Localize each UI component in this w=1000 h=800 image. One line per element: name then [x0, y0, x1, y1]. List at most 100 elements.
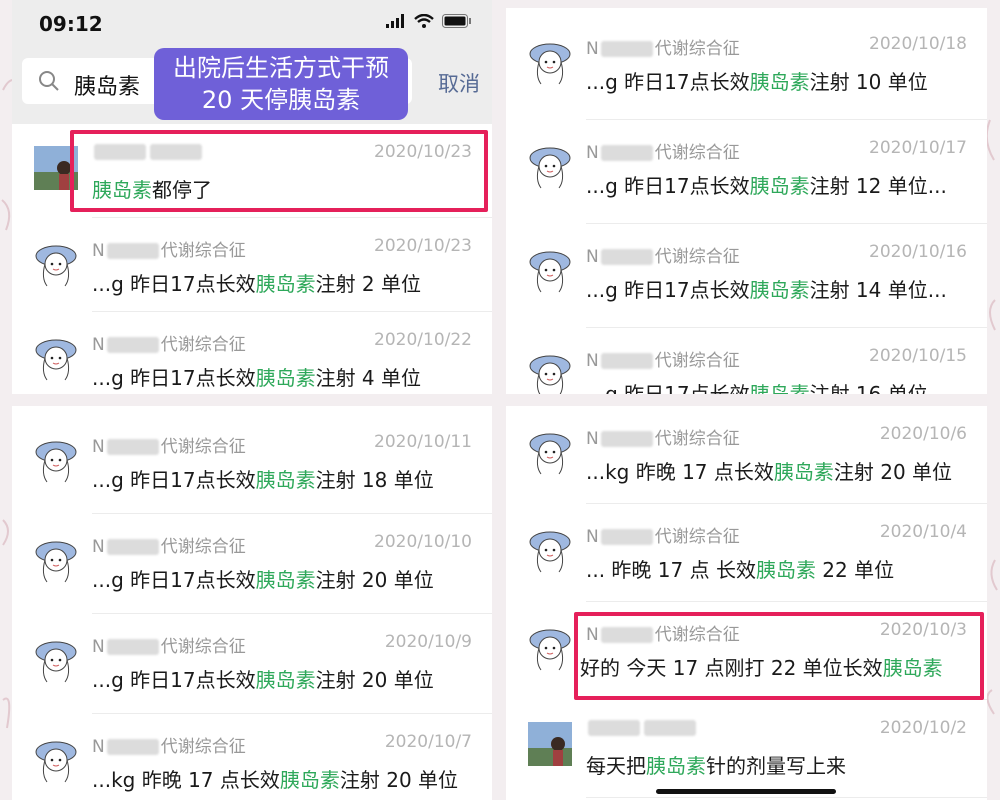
- search-result-row[interactable]: N 代谢综合征 2020/10/9 ...g 昨日17点长效胰岛素注射 20 单位: [12, 614, 492, 714]
- group-prefix: N: [92, 335, 105, 355]
- search-result-row[interactable]: N 代谢综合征 2020/10/11 ...g 昨日17点长效胰岛素注射 18 单位: [12, 414, 492, 514]
- cartoon-avatar-icon: [35, 741, 77, 783]
- avatar: [34, 334, 78, 381]
- message-snippet: ...g 昨日17点长效胰岛素注射 20 单位: [92, 564, 434, 593]
- avatar: [528, 142, 572, 189]
- group-suffix: 代谢综合征: [160, 637, 246, 657]
- message-date: 2020/10/17: [869, 138, 967, 158]
- snippet-post: 注射 12 单位...: [809, 174, 947, 198]
- cartoon-avatar-icon: [529, 43, 571, 85]
- message-date: 2020/10/9: [384, 632, 472, 652]
- highlight-keyword: 胰岛素: [749, 174, 810, 198]
- search-result-row[interactable]: N 代谢综合征 2020/10/10 ...g 昨日17点长效胰岛素注射 20 单位: [12, 514, 492, 614]
- avatar: [34, 436, 78, 483]
- sender-name-blurred: [586, 718, 698, 738]
- cartoon-avatar-icon: [529, 355, 571, 394]
- avatar: [528, 722, 572, 766]
- highlight-keyword: 胰岛素: [749, 278, 810, 302]
- group-name: N 代谢综合征: [92, 532, 246, 557]
- blurred-name: [600, 41, 653, 57]
- blurred-name: [106, 639, 159, 655]
- blurred-name: [106, 539, 159, 555]
- highlight-frame-stopped: [70, 130, 488, 212]
- search-result-row[interactable]: N 代谢综合征 2020/10/16 ...g 昨日17点长效胰岛素注射 14 单位.…: [506, 224, 987, 328]
- search-result-row[interactable]: N 代谢综合征 2020/10/17 ...g 昨日17点长效胰岛素注射 12 单位.…: [506, 120, 987, 224]
- highlight-keyword: 胰岛素: [773, 460, 834, 484]
- group-name: N 代谢综合征: [92, 632, 246, 657]
- search-result-row[interactable]: N 代谢综合征 2020/10/18 ...g 昨日17点长效胰岛素注射 10 单位: [506, 16, 987, 120]
- cartoon-avatar-icon: [529, 433, 571, 475]
- screenshot-panel-3: N 代谢综合征 2020/10/11 ...g 昨日17点长效胰岛素注射 18 单位 N…: [12, 406, 492, 800]
- message-date: 2020/10/23: [374, 236, 472, 256]
- status-bar: 09:12: [12, 0, 492, 44]
- message-date: 2020/10/15: [869, 346, 967, 366]
- annotation-caption: 出院后生活方式干预 20 天停胰岛素: [154, 48, 408, 120]
- cartoon-avatar-icon: [529, 531, 571, 573]
- message-date: 2020/10/10: [374, 532, 472, 552]
- highlight-keyword: 胰岛素: [255, 668, 316, 692]
- group-name: N 代谢综合征: [92, 330, 246, 355]
- search-result-row[interactable]: N 代谢综合征 2020/10/4 ... 昨晚 17 点 长效胰岛素 22 单位: [506, 504, 987, 602]
- cartoon-avatar-icon: [529, 147, 571, 189]
- group-prefix: N: [92, 637, 105, 657]
- highlight-keyword: 胰岛素: [279, 768, 340, 792]
- blurred-name: [600, 431, 653, 447]
- group-prefix: N: [92, 437, 105, 457]
- search-result-row[interactable]: N 代谢综合征 2020/10/6 ...kg 昨晚 17 点长效胰岛素注射 20 单…: [506, 406, 987, 504]
- group-suffix: 代谢综合征: [654, 247, 740, 267]
- cartoon-avatar-icon: [35, 339, 77, 381]
- snippet-pre: ...g 昨日17点长效: [586, 278, 750, 302]
- group-suffix: 代谢综合征: [160, 437, 246, 457]
- snippet-post: 注射 2 单位: [315, 272, 422, 296]
- cartoon-avatar-icon: [35, 641, 77, 683]
- blurred-name: [600, 353, 653, 369]
- blurred-name: [600, 529, 653, 545]
- snippet-post: 注射 20 单位: [315, 568, 434, 592]
- status-icons: [386, 14, 472, 28]
- snippet-pre: ...g 昨日17点长效: [92, 272, 256, 296]
- message-snippet: ...g 昨日17点长效胰岛素注射 4 单位: [92, 362, 421, 391]
- snippet-pre: ...g 昨日17点长效: [586, 174, 750, 198]
- wifi-icon: [414, 14, 434, 28]
- message-snippet: ...g 昨日17点长效胰岛素注射 10 单位: [586, 66, 928, 95]
- group-name: N 代谢综合征: [586, 346, 740, 371]
- snippet-pre: ...g 昨日17点长效: [92, 468, 256, 492]
- message-date: 2020/10/18: [869, 34, 967, 54]
- search-icon: [39, 71, 59, 91]
- group-name: N 代谢综合征: [92, 432, 246, 457]
- cartoon-avatar-icon: [35, 441, 77, 483]
- message-snippet: ...kg 昨晚 17 点长效胰岛素注射 20 单位: [586, 456, 952, 485]
- message-date: 2020/10/22: [374, 330, 472, 350]
- search-result-row[interactable]: N 代谢综合征 2020/10/23 ...g 昨日17点长效胰岛素注射 2 单位: [12, 218, 492, 312]
- search-result-row[interactable]: N 代谢综合征 2020/10/22 ...g 昨日17点长效胰岛素注射 4 单位: [12, 312, 492, 394]
- group-name: N 代谢综合征: [586, 34, 740, 59]
- row-divider: [586, 797, 987, 798]
- snippet-pre: ...kg 昨晚 17 点长效: [586, 460, 774, 484]
- group-prefix: N: [586, 351, 599, 371]
- message-date: 2020/10/7: [384, 732, 472, 752]
- message-snippet: ...kg 昨晚 17 点长效胰岛素注射 20 单位: [92, 764, 458, 793]
- group-prefix: N: [586, 143, 599, 163]
- avatar: [528, 38, 572, 85]
- cancel-button[interactable]: 取消: [438, 68, 480, 98]
- highlight-keyword: 胰岛素: [646, 754, 706, 778]
- message-date: 2020/10/2: [879, 718, 967, 738]
- message-snippet: ...g 昨日17点长效胰岛素注射 18 单位: [92, 464, 434, 493]
- search-result-row[interactable]: 2020/10/2 每天把胰岛素针的剂量写上来: [506, 700, 987, 798]
- cartoon-avatar-icon: [529, 251, 571, 293]
- search-result-row[interactable]: N 代谢综合征 2020/10/7 ...kg 昨晚 17 点长效胰岛素注射 20 单…: [12, 714, 492, 800]
- home-indicator: [656, 789, 836, 794]
- snippet-post: 注射 16 单位...: [809, 382, 947, 394]
- snippet-pre: ... 昨晚 17 点 长效: [586, 558, 756, 582]
- group-name: N 代谢综合征: [92, 236, 246, 261]
- group-suffix: 代谢综合征: [160, 737, 246, 757]
- group-suffix: 代谢综合征: [160, 241, 246, 261]
- message-snippet: ...g 昨日17点长效胰岛素注射 20 单位: [92, 664, 434, 693]
- message-date: 2020/10/6: [879, 424, 967, 444]
- highlight-keyword: 胰岛素: [755, 558, 816, 582]
- blurred-name: [106, 739, 159, 755]
- message-date: 2020/10/4: [879, 522, 967, 542]
- search-result-row[interactable]: N 代谢综合征 2020/10/15 ...g 昨日17点长效胰岛素注射 16 单位.…: [506, 328, 987, 394]
- group-name: N 代谢综合征: [586, 424, 740, 449]
- group-suffix: 代谢综合征: [160, 335, 246, 355]
